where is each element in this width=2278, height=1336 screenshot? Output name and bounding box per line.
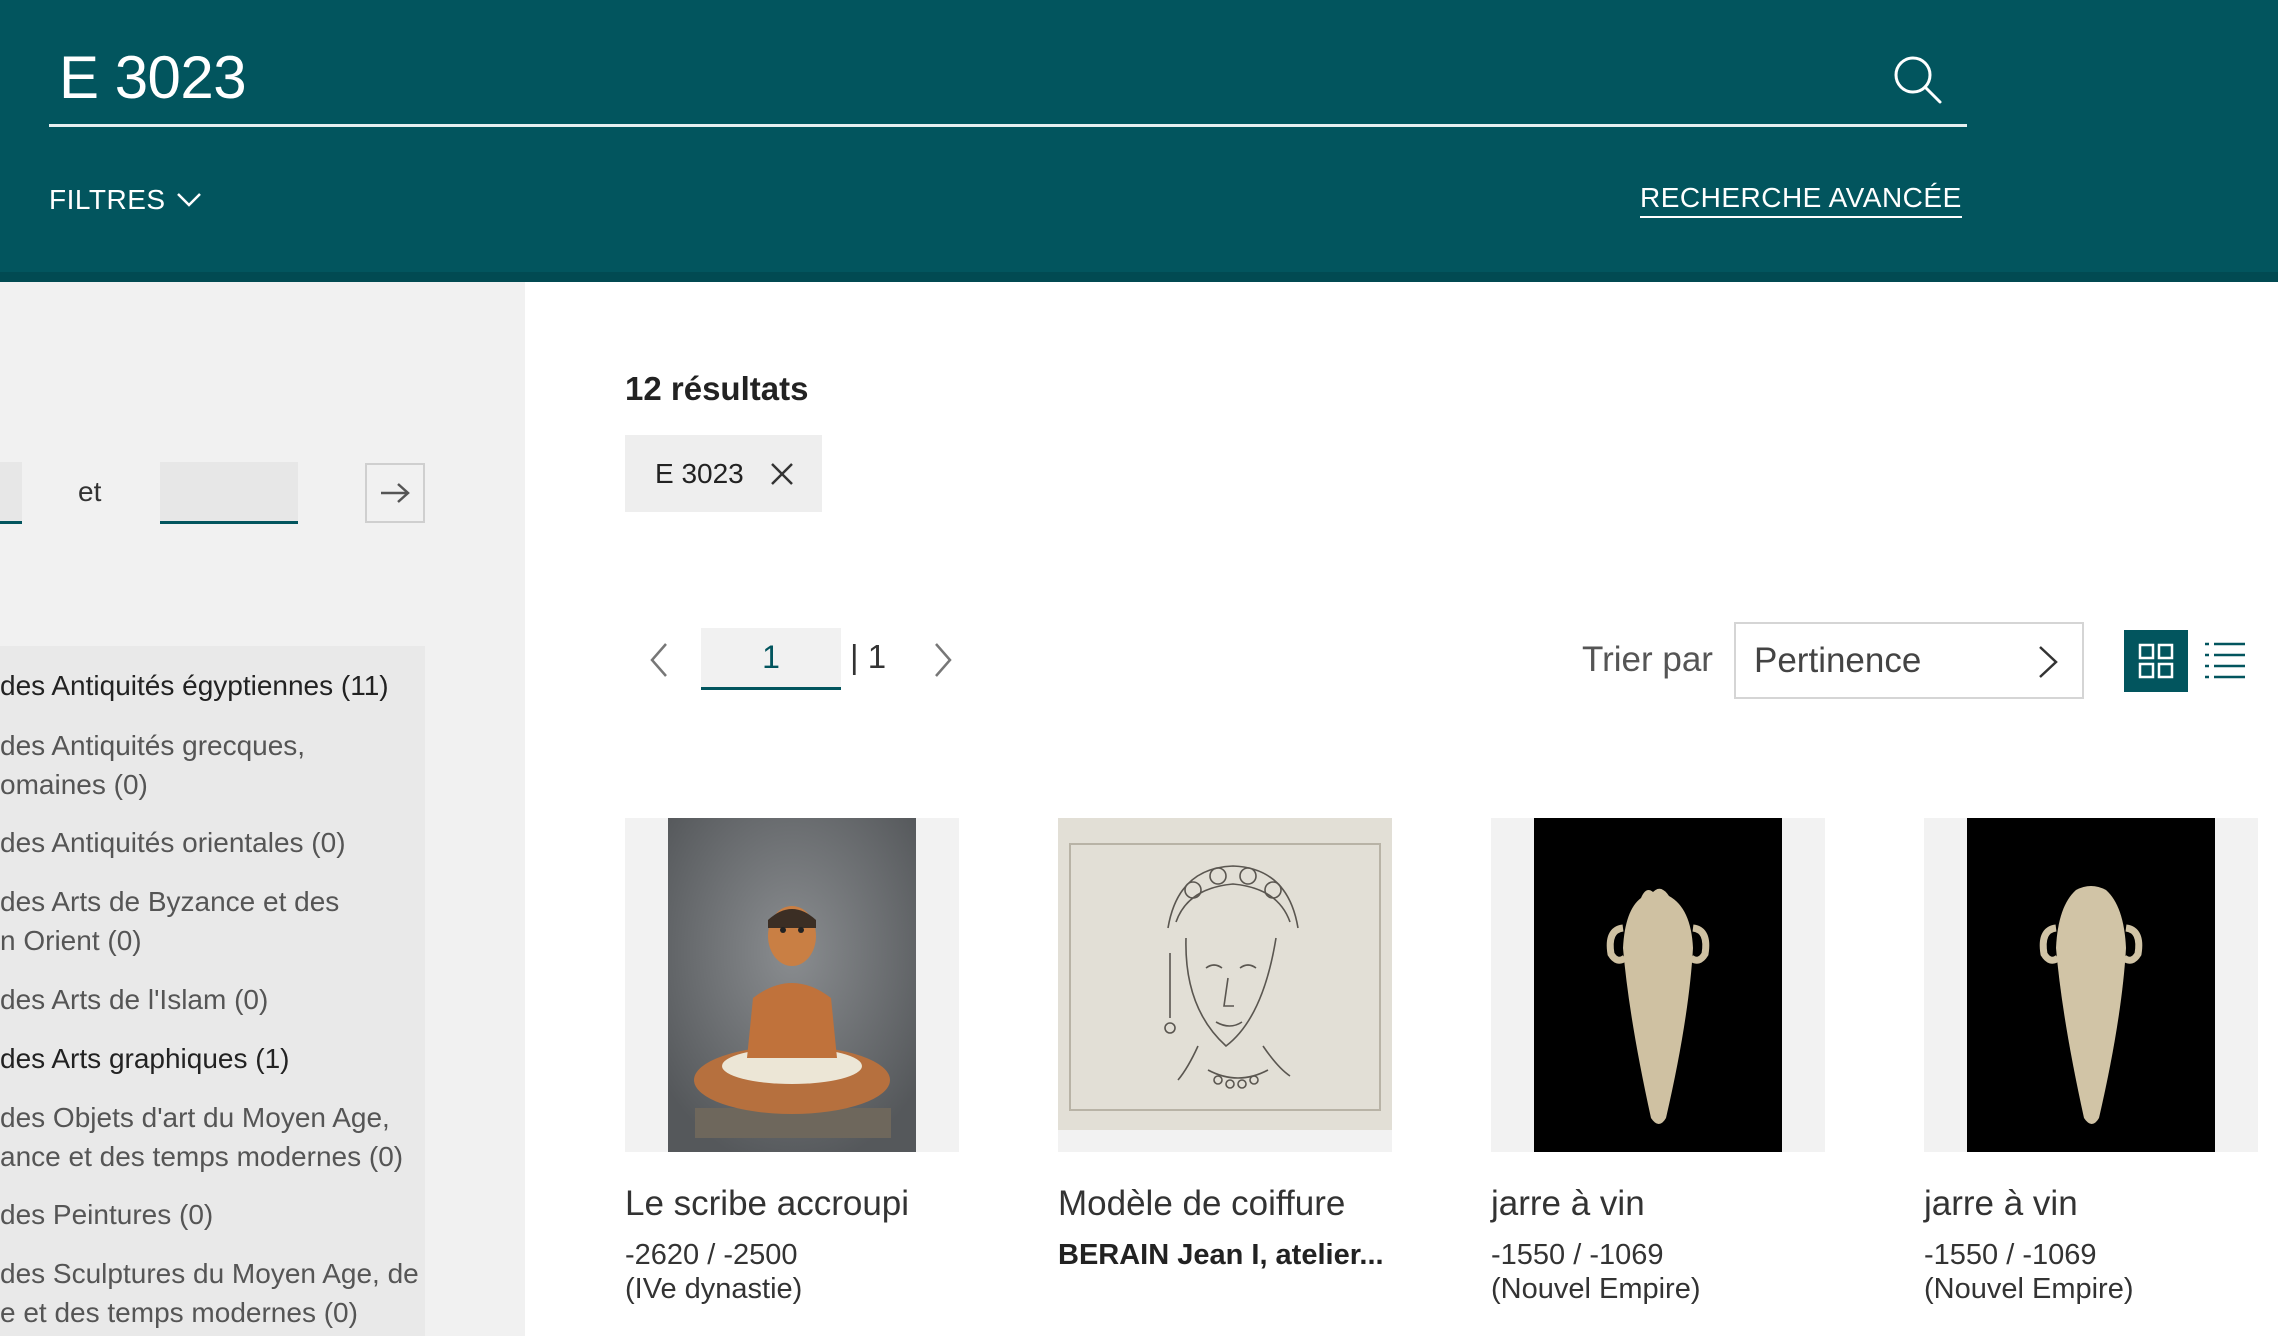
card-period: (Nouvel Empire) <box>1491 1273 1701 1305</box>
previous-page-button[interactable] <box>640 638 680 682</box>
facet-item-greek[interactable]: des Antiquités grecques, omaines (0) <box>0 726 425 804</box>
card-date: -2620 / -2500 (IVe dynastie) <box>625 1238 802 1306</box>
artwork-image[interactable] <box>1491 818 1825 1152</box>
filters-toggle[interactable]: FILTRES <box>49 184 204 216</box>
facet-label: des Objets d'art du Moyen Age, <box>0 1102 390 1133</box>
search-input[interactable]: E 3023 <box>59 42 247 114</box>
page-total: | 1 <box>850 638 887 675</box>
list-view-button[interactable] <box>2203 636 2247 684</box>
facet-label-cont: e et des temps modernes (0) <box>0 1297 358 1328</box>
chip-label: E 3023 <box>655 457 744 489</box>
facet-label: des Peintures (0) <box>0 1199 214 1230</box>
facet-label: des Arts de l'Islam (0) <box>0 984 269 1015</box>
search-icon <box>1894 56 1942 104</box>
department-facets: des Antiquités égyptiennes (11) des Anti… <box>0 646 425 1336</box>
result-card[interactable]: Le scribe accroupi -2620 / -2500 (IVe dy… <box>625 818 959 1305</box>
facet-label: des Antiquités égyptiennes (11) <box>0 670 389 701</box>
card-author: BERAIN Jean I, atelier... <box>1058 1238 1384 1272</box>
facet-item-islam[interactable]: des Arts de l'Islam (0) <box>0 980 425 1019</box>
sort-value: Pertinence <box>1754 640 1922 680</box>
apply-range-button[interactable] <box>365 463 425 523</box>
facet-item-oriental[interactable]: des Antiquités orientales (0) <box>0 823 425 862</box>
filters-label: FILTRES <box>49 184 166 215</box>
advanced-search-link[interactable]: RECHERCHE AVANCÉE <box>1640 182 1962 218</box>
chevron-down-icon <box>176 193 201 207</box>
sort-label: Trier par <box>1582 640 1713 679</box>
date-from-field[interactable] <box>0 462 22 524</box>
facet-label: des Antiquités grecques, <box>0 730 306 761</box>
close-icon[interactable] <box>768 460 796 488</box>
result-card[interactable]: jarre à vin -1550 / -1069 (Nouvel Empire… <box>1924 818 2258 1305</box>
search-button[interactable] <box>1890 52 1946 108</box>
card-title[interactable]: jarre à vin <box>1924 1184 2078 1224</box>
card-date: -1550 / -1069 (Nouvel Empire) <box>1924 1238 2134 1306</box>
chevron-right-icon <box>2039 646 2058 678</box>
card-date-range: -1550 / -1069 <box>1491 1239 1664 1271</box>
facet-label-cont: omaines (0) <box>0 769 148 800</box>
artwork-image[interactable] <box>1924 818 2258 1152</box>
card-date-range: -2620 / -2500 <box>625 1239 798 1271</box>
card-title[interactable]: Modèle de coiffure <box>1058 1184 1345 1224</box>
search-header: E 3023 FILTRES RECHERCHE AVANCÉE <box>0 0 2278 282</box>
card-date: -1550 / -1069 (Nouvel Empire) <box>1491 1238 1701 1306</box>
facet-label-cont: ance et des temps modernes (0) <box>0 1141 404 1172</box>
sort-select[interactable]: Pertinence <box>1734 622 2084 699</box>
chevron-left-icon <box>650 643 667 677</box>
active-filter-chip[interactable]: E 3023 <box>625 435 822 512</box>
facet-item-egyptian[interactable]: des Antiquités égyptiennes (11) <box>0 666 425 705</box>
result-card[interactable]: jarre à vin -1550 / -1069 (Nouvel Empire… <box>1491 818 1825 1305</box>
grid-view-icon <box>2138 643 2174 679</box>
date-to-field[interactable] <box>160 462 298 524</box>
facet-label-cont: n Orient (0) <box>0 925 142 956</box>
facet-item-byzance[interactable]: des Arts de Byzance et des n Orient (0) <box>0 882 425 960</box>
artwork-image[interactable] <box>1058 818 1392 1152</box>
card-title[interactable]: jarre à vin <box>1491 1184 1645 1224</box>
card-period: (IVe dynastie) <box>625 1273 803 1305</box>
next-page-button[interactable] <box>922 638 962 682</box>
facet-item-paintings[interactable]: des Peintures (0) <box>0 1195 425 1234</box>
facet-label: des Sculptures du Moyen Age, de <box>0 1258 419 1289</box>
facet-label: des Arts de Byzance et des <box>0 886 340 917</box>
grid-view-button[interactable] <box>2124 630 2188 692</box>
header-border <box>0 272 2278 282</box>
facet-item-sculptures[interactable]: des Sculptures du Moyen Age, de e et des … <box>0 1254 425 1332</box>
facet-item-graphic-arts[interactable]: des Arts graphiques (1) <box>0 1039 425 1078</box>
facet-label: des Arts graphiques (1) <box>0 1043 290 1074</box>
card-title[interactable]: Le scribe accroupi <box>625 1184 909 1224</box>
page-number-input[interactable] <box>701 628 841 690</box>
list-view-icon <box>2205 642 2245 679</box>
card-period: (Nouvel Empire) <box>1924 1273 2134 1305</box>
artwork-image[interactable] <box>625 818 959 1152</box>
facet-label: des Antiquités orientales (0) <box>0 827 346 858</box>
card-date-range: -1550 / -1069 <box>1924 1239 2097 1271</box>
chevron-right-icon <box>935 643 952 677</box>
results-count: 12 résultats <box>625 370 809 407</box>
card-author-name[interactable]: BERAIN Jean I, atelier... <box>1058 1239 1384 1271</box>
search-underline <box>49 124 1967 127</box>
facet-item-objets-art[interactable]: des Objets d'art du Moyen Age, ance et de… <box>0 1098 425 1176</box>
result-card[interactable]: Modèle de coiffure BERAIN Jean I, atelie… <box>1058 818 1392 1271</box>
arrow-right-icon <box>381 483 410 503</box>
range-and-label: et <box>78 476 102 507</box>
